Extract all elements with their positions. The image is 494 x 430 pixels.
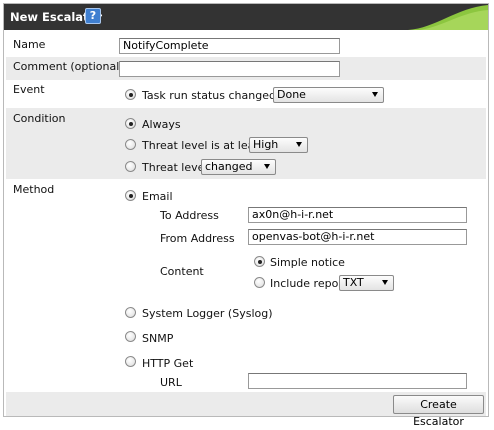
event-option-label: Task run status changed to <box>142 89 291 102</box>
condition-always-label: Always <box>142 118 181 131</box>
content-simple-notice-radio[interactable] <box>254 256 265 267</box>
actions-row: Create Escalator <box>6 392 486 428</box>
method-syslog-label: System Logger (Syslog) <box>142 307 273 320</box>
report-format-select[interactable]: TXT <box>339 275 394 291</box>
condition-threat-level-label: Threat level <box>142 161 208 174</box>
to-address-label: To Address <box>160 209 219 222</box>
method-snmp-label: SNMP <box>142 332 174 345</box>
from-address-label: From Address <box>160 232 235 245</box>
chevron-down-icon <box>372 92 378 97</box>
content-simple-notice-label: Simple notice <box>270 256 345 269</box>
url-label: URL <box>160 376 182 389</box>
condition-threat-at-least-label: Threat level is at least <box>142 139 265 152</box>
name-row: Name NotifyComplete <box>6 35 486 57</box>
method-snmp-radio[interactable] <box>125 331 136 342</box>
method-email-label: Email <box>142 190 173 203</box>
threat-at-least-select[interactable]: High <box>249 137 308 153</box>
method-email-radio[interactable] <box>125 190 136 201</box>
chevron-down-icon <box>296 142 302 147</box>
condition-row: Condition Always Threat level is at leas… <box>6 108 486 179</box>
content-include-report-radio[interactable] <box>254 277 265 288</box>
content-label: Content <box>160 265 204 278</box>
method-http-get-label: HTTP Get <box>142 357 194 370</box>
content-include-report-label: Include report <box>270 277 348 290</box>
chevron-down-icon <box>264 164 270 169</box>
condition-threat-at-least-radio[interactable] <box>125 139 136 150</box>
event-status-radio[interactable] <box>125 89 136 100</box>
event-status-value: Done <box>277 88 306 101</box>
event-row: Event Task run status changed to Done <box>6 80 486 108</box>
condition-label: Condition <box>13 112 66 125</box>
comment-input[interactable] <box>119 61 340 77</box>
method-row: Method Email To Address ax0n@h-i-r.net F… <box>6 179 486 392</box>
name-label: Name <box>13 38 46 51</box>
threat-level-value: changed <box>205 160 253 173</box>
event-status-select[interactable]: Done <box>273 87 384 103</box>
method-label: Method <box>13 183 55 196</box>
chevron-down-icon <box>382 280 388 285</box>
name-input[interactable]: NotifyComplete <box>119 38 340 54</box>
url-input[interactable] <box>248 373 467 389</box>
threat-at-least-value: High <box>253 138 279 151</box>
dialog-titlebar: New Escalator ? <box>4 4 488 30</box>
event-label: Event <box>13 83 45 96</box>
comment-label: Comment (optional) <box>13 60 124 73</box>
report-format-value: TXT <box>343 276 364 289</box>
threat-level-select[interactable]: changed <box>201 159 276 175</box>
from-address-input[interactable]: openvas-bot@h-i-r.net <box>248 229 467 245</box>
help-icon[interactable]: ? <box>85 8 101 24</box>
to-address-input[interactable]: ax0n@h-i-r.net <box>248 207 467 223</box>
condition-threat-level-radio[interactable] <box>125 161 136 172</box>
comment-row: Comment (optional) <box>6 57 486 80</box>
method-syslog-radio[interactable] <box>125 307 136 318</box>
condition-always-radio[interactable] <box>125 118 136 129</box>
method-http-get-radio[interactable] <box>125 356 136 367</box>
green-swoosh-decoration <box>408 5 488 30</box>
new-escalator-dialog: New Escalator ? Name NotifyComplete Comm… <box>3 3 489 428</box>
create-escalator-button[interactable]: Create Escalator <box>393 395 484 428</box>
